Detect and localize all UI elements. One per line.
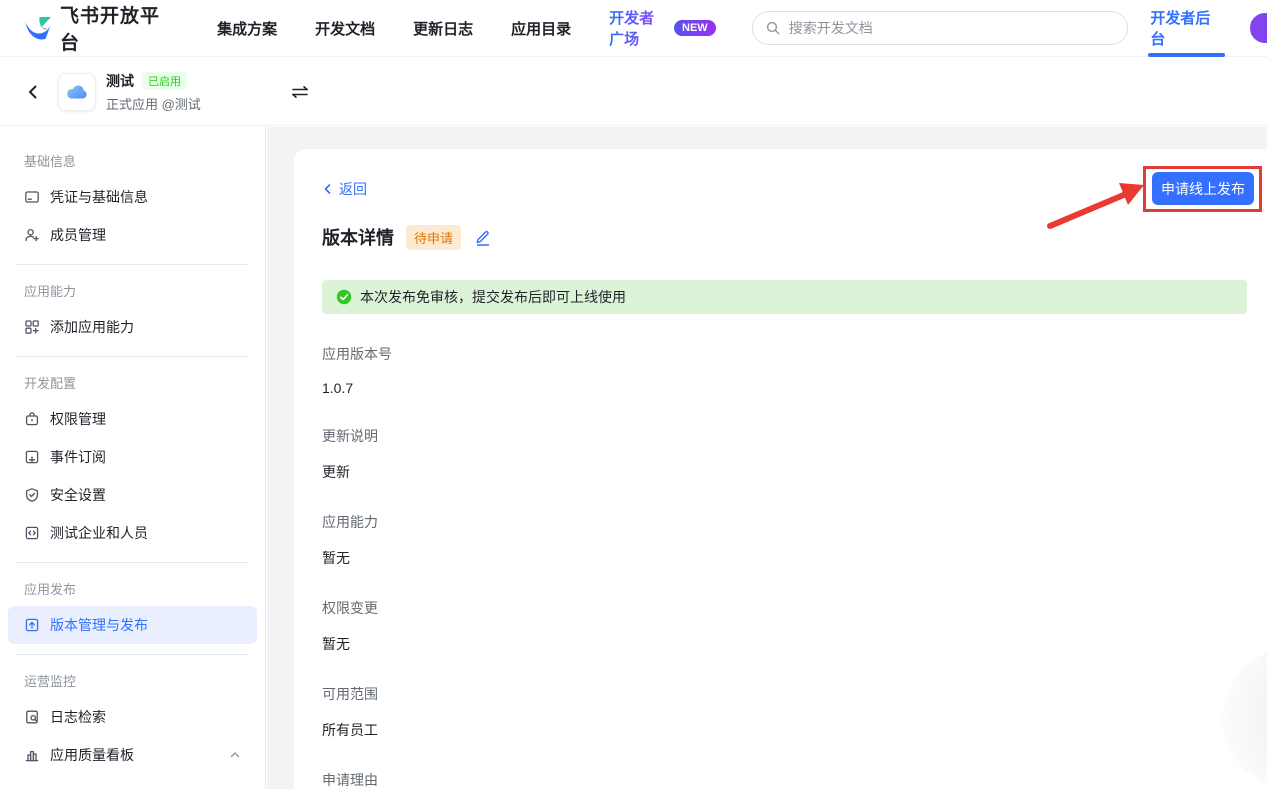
sidebar-item-add-capability[interactable]: 添加应用能力 xyxy=(8,308,257,346)
tab-developer-console[interactable]: 开发者后台 xyxy=(1150,0,1223,57)
logo-text: 飞书开放平台 xyxy=(60,1,175,55)
field-value: 暂无 xyxy=(322,634,1255,654)
field-label: 权限变更 xyxy=(322,598,1255,618)
edit-pencil-icon[interactable] xyxy=(473,227,493,247)
sidebar-item-label: 权限管理 xyxy=(50,409,106,429)
version-detail-card: 返回 版本详情 待申请 本次 xyxy=(294,149,1267,789)
sidebar-section-basic-info: 基础信息 xyxy=(24,151,241,170)
field-capabilities: 应用能力 暂无 xyxy=(322,512,1255,568)
sidebar-item-label: 应用质量看板 xyxy=(50,745,134,765)
sidebar-item-label: 添加应用能力 xyxy=(50,317,134,337)
success-banner: 本次发布免审核，提交发布后即可上线使用 xyxy=(322,280,1247,314)
sidebar-section-release: 应用发布 xyxy=(24,579,241,598)
sidebar-section-capabilities: 应用能力 xyxy=(24,281,241,300)
sidebar-item-version-management[interactable]: 版本管理与发布 xyxy=(8,606,257,644)
user-avatar[interactable] xyxy=(1250,13,1267,43)
field-update-notes: 更新说明 更新 xyxy=(322,426,1255,482)
sidebar-item-label: 凭证与基础信息 xyxy=(50,187,148,207)
sidebar-item-label: 版本管理与发布 xyxy=(50,615,148,635)
sidebar-item-label: 成员管理 xyxy=(50,225,106,245)
top-nav: 飞书开放平台 集成方案 开发文档 更新日志 应用目录 开发者广场 NEW 开发者… xyxy=(0,0,1267,57)
bar-chart-icon xyxy=(24,747,40,763)
logo[interactable]: 飞书开放平台 xyxy=(24,1,175,55)
main-content-area: 返回 版本详情 待申请 本次 xyxy=(267,127,1267,789)
nav-item-solutions[interactable]: 集成方案 xyxy=(217,18,277,39)
sidebar-item-test-company[interactable]: 测试企业和人员 xyxy=(8,514,257,552)
sidebar-item-log-search[interactable]: 日志检索 xyxy=(8,698,257,736)
nav-item-developer-plaza[interactable]: 开发者广场 NEW xyxy=(609,7,716,49)
app-meta: 测试 已启用 正式应用 @测试 xyxy=(106,71,201,113)
sidebar-item-permissions[interactable]: 权限管理 xyxy=(8,400,257,438)
code-square-icon xyxy=(24,525,40,541)
field-label: 申请理由 xyxy=(322,770,1255,789)
log-search-icon xyxy=(24,709,40,725)
divider xyxy=(16,356,249,357)
sidebar-item-quality-dashboard[interactable]: 应用质量看板 xyxy=(8,736,257,774)
sidebar-item-credentials[interactable]: 凭证与基础信息 xyxy=(8,178,257,216)
field-value: 暂无 xyxy=(322,548,1255,568)
divider xyxy=(16,654,249,655)
permission-lock-icon xyxy=(24,411,40,427)
nav-item-app-directory[interactable]: 应用目录 xyxy=(511,18,571,39)
status-badge-enabled: 已启用 xyxy=(142,72,187,90)
divider xyxy=(16,264,249,265)
event-subscription-icon xyxy=(24,449,40,465)
member-add-icon xyxy=(24,227,40,243)
divider xyxy=(16,562,249,563)
field-permission-changes: 权限变更 暂无 xyxy=(322,598,1255,654)
field-version: 应用版本号 1.0.7 xyxy=(322,344,1255,396)
field-label: 可用范围 xyxy=(322,684,1255,704)
sidebar-item-members[interactable]: 成员管理 xyxy=(8,216,257,254)
nav-menu: 集成方案 开发文档 更新日志 应用目录 开发者广场 NEW xyxy=(217,7,716,49)
check-circle-icon xyxy=(336,289,352,305)
switch-app-icon[interactable] xyxy=(289,81,311,103)
sidebar-item-label: 测试企业和人员 xyxy=(50,523,148,543)
sidebar-section-monitoring: 运营监控 xyxy=(24,671,241,690)
sidebar-item-label: 事件订阅 xyxy=(50,447,106,467)
app-subtitle: 正式应用 @测试 xyxy=(106,94,201,113)
nav-item-changelog[interactable]: 更新日志 xyxy=(413,18,473,39)
title-row: 版本详情 待申请 xyxy=(322,224,1255,250)
app-icon xyxy=(58,73,96,111)
field-value: 所有员工 xyxy=(322,720,1255,740)
nav-item-docs[interactable]: 开发文档 xyxy=(315,18,375,39)
field-label: 应用版本号 xyxy=(322,344,1255,364)
status-badge-pending: 待申请 xyxy=(406,225,461,250)
field-apply-reason: 申请理由 暂无 xyxy=(322,770,1255,789)
search-input[interactable] xyxy=(789,20,1116,36)
page: 飞书开放平台 集成方案 开发文档 更新日志 应用目录 开发者广场 NEW 开发者… xyxy=(0,0,1267,789)
shield-check-icon xyxy=(24,487,40,503)
add-capability-icon xyxy=(24,319,40,335)
sidebar-item-label: 日志检索 xyxy=(50,707,106,727)
app-bar: 测试 已启用 正式应用 @测试 xyxy=(0,58,1267,126)
publish-up-icon xyxy=(24,617,40,633)
sidebar-item-label: 安全设置 xyxy=(50,485,106,505)
field-label: 更新说明 xyxy=(322,426,1255,446)
page-title: 版本详情 xyxy=(322,224,394,250)
back-link[interactable]: 返回 xyxy=(322,179,367,199)
new-badge: NEW xyxy=(674,20,716,36)
feishu-logo-icon xyxy=(24,14,52,42)
banner-text: 本次发布免审核，提交发布后即可上线使用 xyxy=(360,287,626,307)
field-value: 1.0.7 xyxy=(322,380,1255,396)
sidebar: 基础信息 凭证与基础信息 成员管理 应用能力 xyxy=(0,127,266,789)
field-value: 更新 xyxy=(322,462,1255,482)
search-icon xyxy=(765,20,781,36)
field-availability: 可用范围 所有员工 xyxy=(322,684,1255,740)
sidebar-item-security[interactable]: 安全设置 xyxy=(8,476,257,514)
app-name: 测试 xyxy=(106,71,134,91)
search-box[interactable] xyxy=(752,11,1129,45)
credential-icon xyxy=(24,189,40,205)
sidebar-item-event-subscription[interactable]: 事件订阅 xyxy=(8,438,257,476)
chevron-up-icon[interactable] xyxy=(229,749,241,761)
back-chevron-icon[interactable] xyxy=(24,83,42,101)
field-label: 应用能力 xyxy=(322,512,1255,532)
sidebar-section-dev-config: 开发配置 xyxy=(24,373,241,392)
apply-online-release-button[interactable]: 申请线上发布 xyxy=(1152,172,1254,205)
